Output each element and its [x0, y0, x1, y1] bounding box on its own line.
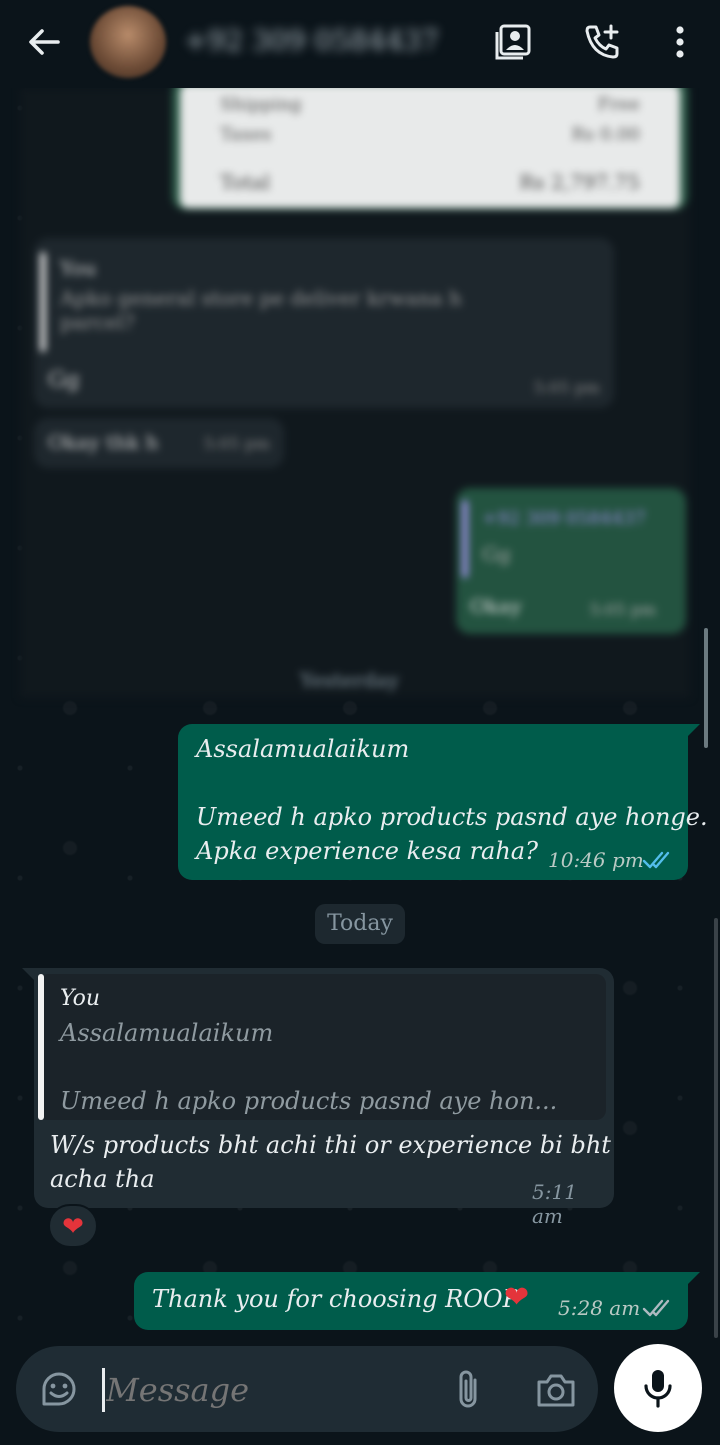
- chat-header: +92 309 0584437: [0, 0, 720, 88]
- blurred-okay-bubble: Okay thk h 5:05 pm: [34, 418, 284, 468]
- blurred-reply-bubble: You Apko general store pe deliver krwana…: [34, 238, 614, 408]
- scrollbar-track: [714, 918, 718, 1338]
- avatar[interactable]: [90, 6, 166, 78]
- arrow-left-icon[interactable]: [24, 22, 64, 62]
- bubble-tail: [22, 968, 36, 982]
- camera-icon[interactable]: [534, 1368, 578, 1412]
- contact-name[interactable]: +92 309 0584437: [184, 24, 439, 57]
- quote-bar: [38, 974, 44, 1120]
- message-outgoing[interactable]: Assalamualaikum Umeed h apko products pa…: [178, 724, 708, 880]
- message-text: Umeed h apko products pasnd aye honge.: [196, 803, 708, 831]
- mic-icon: [644, 1370, 672, 1408]
- message-input[interactable]: [104, 1362, 404, 1418]
- date-divider: Today: [315, 904, 405, 944]
- mic-button[interactable]: [614, 1344, 702, 1432]
- bubble-tail: [686, 724, 700, 738]
- message-text: W/s products bht achi thi or experience …: [50, 1131, 611, 1159]
- order-summary-card: Shipping Free Taxes Rs 0.00 Total Rs 2,7…: [180, 88, 680, 208]
- reaction-heart[interactable]: ❤: [48, 1204, 98, 1248]
- blurred-out-bubble: +92 309 0584437 Gg Okay 5:05 pm: [456, 488, 686, 634]
- paperclip-icon[interactable]: [448, 1368, 488, 1412]
- add-call-icon[interactable]: [582, 22, 622, 62]
- message-text: Thank you for choosing ROOP: [152, 1285, 519, 1313]
- double-check-icon: [642, 851, 670, 869]
- message-text: acha tha: [50, 1165, 155, 1193]
- more-vert-icon[interactable]: [660, 22, 700, 62]
- quote-text: Umeed h apko products pasnd aye hon...: [60, 1087, 558, 1115]
- message-time: 10:46 pm: [548, 848, 644, 872]
- bubble-tail: [686, 1272, 700, 1286]
- chat-area[interactable]: Shipping Free Taxes Rs 0.00 Total Rs 2,7…: [0, 88, 720, 1345]
- double-check-icon: [642, 1299, 670, 1317]
- message-time: 5:11 am: [532, 1180, 577, 1228]
- video-call-icon[interactable]: [494, 22, 534, 62]
- message-outgoing[interactable]: Thank you for choosing ROOP ❤ 5:28 am: [134, 1272, 700, 1330]
- heart-emoji: ❤: [504, 1280, 530, 1315]
- message-text: Apka experience kesa raha?: [196, 837, 538, 865]
- scrollbar-thumb[interactable]: [704, 628, 708, 748]
- quote-text: Assalamualaikum: [60, 1019, 274, 1047]
- message-time: 5:28 am: [558, 1296, 641, 1320]
- message-incoming[interactable]: You Assalamualaikum Umeed h apko product…: [22, 968, 614, 1228]
- quoted-message[interactable]: You Assalamualaikum Umeed h apko product…: [38, 974, 606, 1120]
- quote-author: You: [60, 986, 101, 1011]
- sticker-icon[interactable]: [38, 1368, 80, 1410]
- message-text: Assalamualaikum: [196, 735, 410, 763]
